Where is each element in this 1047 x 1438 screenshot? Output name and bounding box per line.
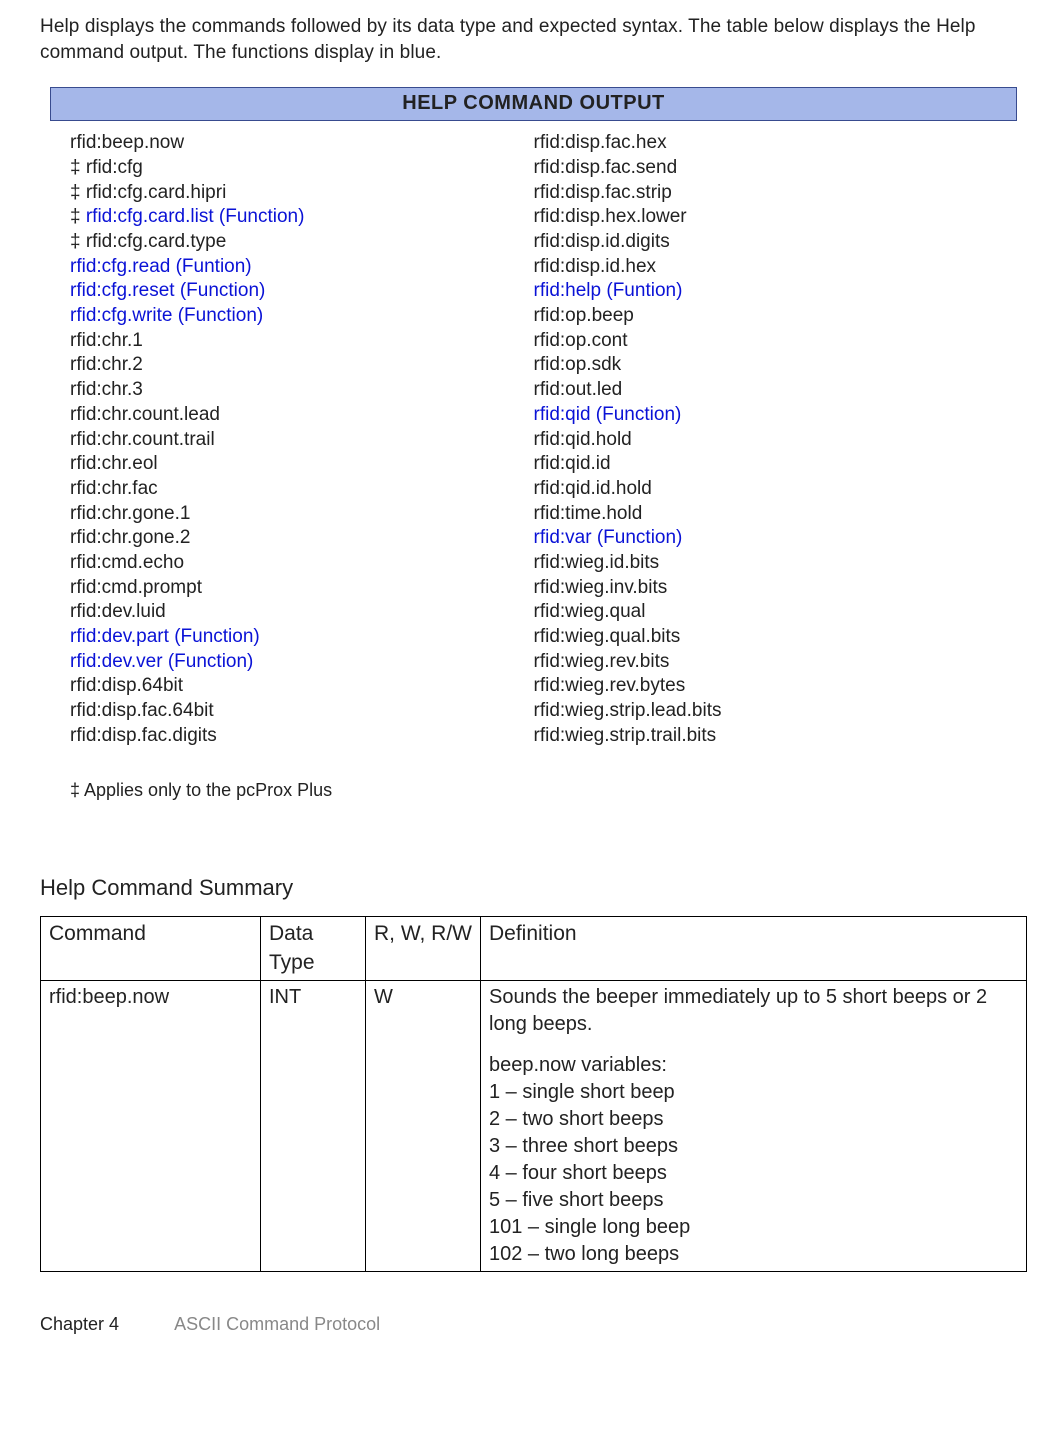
help-output-box: HELP COMMAND OUTPUT rfid:beep.now‡ rfid:… bbox=[40, 87, 1027, 802]
variable-item: 3 – three short beeps bbox=[489, 1133, 1018, 1160]
list-item: rfid:op.beep bbox=[534, 304, 998, 329]
list-item: rfid:cmd.prompt bbox=[70, 576, 534, 601]
list-item: rfid:chr.2 bbox=[70, 353, 534, 378]
list-item: rfid:dev.part (Function) bbox=[70, 625, 534, 650]
list-item: rfid:disp.id.hex bbox=[534, 255, 998, 280]
th-datatype: Data Type bbox=[261, 917, 366, 981]
list-item: rfid:cfg.write (Function) bbox=[70, 304, 534, 329]
list-item: rfid:wieg.id.bits bbox=[534, 551, 998, 576]
variable-item: 4 – four short beeps bbox=[489, 1160, 1018, 1187]
list-item: rfid:chr.fac bbox=[70, 477, 534, 502]
list-item: rfid:dev.luid bbox=[70, 600, 534, 625]
list-item: rfid:chr.eol bbox=[70, 452, 534, 477]
list-item: ‡ rfid:cfg.card.type bbox=[70, 230, 534, 255]
list-item: rfid:qid (Function) bbox=[534, 403, 998, 428]
table-header-row: Command Data Type R, W, R/W Definition bbox=[41, 917, 1027, 981]
list-item: rfid:out.led bbox=[534, 378, 998, 403]
list-item: rfid:qid.hold bbox=[534, 428, 998, 453]
list-item: rfid:wieg.qual.bits bbox=[534, 625, 998, 650]
list-item: rfid:wieg.rev.bits bbox=[534, 650, 998, 675]
command-list-left: rfid:beep.now‡ rfid:cfg‡ rfid:cfg.card.h… bbox=[70, 131, 534, 748]
page-footer: Chapter 4 ASCII Command Protocol bbox=[40, 1312, 1027, 1336]
th-rw: R, W, R/W bbox=[366, 917, 481, 981]
list-item: rfid:help (Funtion) bbox=[534, 279, 998, 304]
variable-item: 2 – two short beeps bbox=[489, 1106, 1018, 1133]
list-item: rfid:disp.64bit bbox=[70, 674, 534, 699]
list-item: rfid:chr.1 bbox=[70, 329, 534, 354]
variables-list: 1 – single short beep2 – two short beeps… bbox=[489, 1079, 1018, 1268]
command-list-right: rfid:disp.fac.hexrfid:disp.fac.sendrfid:… bbox=[534, 131, 998, 748]
th-command: Command bbox=[41, 917, 261, 981]
list-item: rfid:qid.id bbox=[534, 452, 998, 477]
chapter-number: Chapter 4 bbox=[40, 1314, 119, 1334]
cell-definition: Sounds the beeper immediately up to 5 sh… bbox=[481, 981, 1027, 1272]
list-item: rfid:op.cont bbox=[534, 329, 998, 354]
summary-title: Help Command Summary bbox=[40, 873, 1027, 903]
list-item: rfid:cmd.echo bbox=[70, 551, 534, 576]
variable-item: 101 – single long beep bbox=[489, 1214, 1018, 1241]
cell-datatype: INT bbox=[261, 981, 366, 1272]
list-item: rfid:disp.fac.digits bbox=[70, 724, 534, 749]
chapter-title: ASCII Command Protocol bbox=[174, 1314, 380, 1334]
list-item: rfid:wieg.strip.trail.bits bbox=[534, 724, 998, 749]
list-item: rfid:disp.fac.hex bbox=[534, 131, 998, 156]
variables-heading: beep.now variables: bbox=[489, 1052, 1018, 1079]
list-item: rfid:disp.fac.64bit bbox=[70, 699, 534, 724]
list-item: rfid:chr.3 bbox=[70, 378, 534, 403]
list-item: rfid:wieg.rev.bytes bbox=[534, 674, 998, 699]
list-item: rfid:wieg.inv.bits bbox=[534, 576, 998, 601]
summary-table: Command Data Type R, W, R/W Definition r… bbox=[40, 916, 1027, 1272]
intro-text: Help displays the commands followed by i… bbox=[40, 14, 1027, 65]
list-item: rfid:disp.fac.send bbox=[534, 156, 998, 181]
cell-rw: W bbox=[366, 981, 481, 1272]
help-output-body: rfid:beep.now‡ rfid:cfg‡ rfid:cfg.card.h… bbox=[40, 121, 1027, 748]
list-item: rfid:disp.fac.strip bbox=[534, 181, 998, 206]
cell-command: rfid:beep.now bbox=[41, 981, 261, 1272]
list-item: rfid:chr.gone.1 bbox=[70, 502, 534, 527]
list-item: ‡ rfid:cfg.card.hipri bbox=[70, 181, 534, 206]
list-item: rfid:op.sdk bbox=[534, 353, 998, 378]
list-item: rfid:qid.id.hold bbox=[534, 477, 998, 502]
list-item: ‡ rfid:cfg bbox=[70, 156, 534, 181]
th-definition: Definition bbox=[481, 917, 1027, 981]
list-item: rfid:dev.ver (Function) bbox=[70, 650, 534, 675]
list-item: rfid:chr.count.lead bbox=[70, 403, 534, 428]
list-item: rfid:cfg.reset (Function) bbox=[70, 279, 534, 304]
variable-item: 5 – five short beeps bbox=[489, 1187, 1018, 1214]
variable-item: 1 – single short beep bbox=[489, 1079, 1018, 1106]
list-item: rfid:chr.gone.2 bbox=[70, 526, 534, 551]
list-item: rfid:time.hold bbox=[534, 502, 998, 527]
list-item: ‡ rfid:cfg.card.list (Function) bbox=[70, 205, 534, 230]
list-item: rfid:var (Function) bbox=[534, 526, 998, 551]
list-item: rfid:chr.count.trail bbox=[70, 428, 534, 453]
list-item: rfid:disp.hex.lower bbox=[534, 205, 998, 230]
help-output-header: HELP COMMAND OUTPUT bbox=[50, 87, 1017, 121]
list-item: rfid:beep.now bbox=[70, 131, 534, 156]
list-item: rfid:disp.id.digits bbox=[534, 230, 998, 255]
table-row: rfid:beep.now INT W Sounds the beeper im… bbox=[41, 981, 1027, 1272]
list-item: rfid:wieg.strip.lead.bits bbox=[534, 699, 998, 724]
definition-intro: Sounds the beeper immediately up to 5 sh… bbox=[489, 984, 1018, 1038]
list-item: rfid:wieg.qual bbox=[534, 600, 998, 625]
footnote: ‡ Applies only to the pcProx Plus bbox=[40, 748, 1027, 802]
variable-item: 102 – two long beeps bbox=[489, 1241, 1018, 1268]
list-item: rfid:cfg.read (Funtion) bbox=[70, 255, 534, 280]
